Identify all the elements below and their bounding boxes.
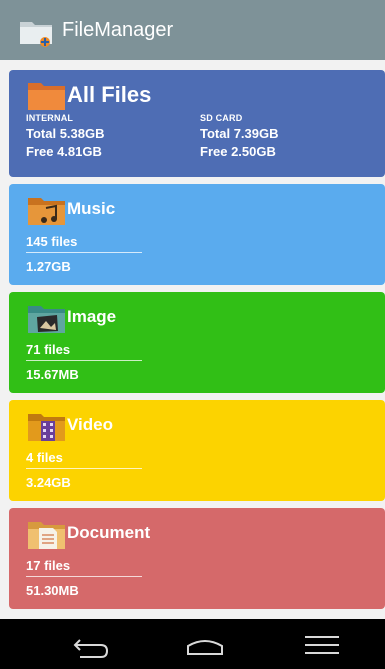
document-folder-icon bbox=[28, 522, 65, 549]
back-icon[interactable] bbox=[72, 627, 112, 661]
video-card[interactable]: Video 4 files 3.24GB bbox=[9, 400, 385, 501]
internal-caption: INTERNAL bbox=[26, 113, 74, 123]
image-file-count: 71 files bbox=[26, 342, 71, 357]
recents-icon[interactable] bbox=[302, 627, 342, 661]
music-divider bbox=[26, 252, 142, 253]
document-card[interactable]: Document 17 files 51.30MB bbox=[9, 508, 385, 609]
document-title: Document bbox=[67, 523, 151, 542]
all-files-card[interactable]: All Files INTERNAL Total 5.38GB Free 4.8… bbox=[9, 70, 385, 177]
music-folder-icon bbox=[28, 198, 65, 225]
image-card[interactable]: Image 71 files 15.67MB bbox=[9, 292, 385, 393]
app-title: FileManager bbox=[62, 19, 174, 41]
internal-total: Total 5.38GB bbox=[26, 126, 105, 141]
image-size: 15.67MB bbox=[26, 367, 79, 382]
sdcard-storage: SD CARD Total 7.39GB Free 2.50GB bbox=[200, 113, 279, 159]
sdcard-caption: SD CARD bbox=[200, 113, 243, 123]
home-icon[interactable] bbox=[185, 627, 225, 661]
video-size: 3.24GB bbox=[26, 475, 71, 490]
all-files-title: All Files bbox=[67, 82, 152, 107]
video-title: Video bbox=[67, 415, 113, 434]
sdcard-total: Total 7.39GB bbox=[200, 126, 279, 141]
video-file-count: 4 files bbox=[26, 450, 63, 465]
folder-icon bbox=[28, 83, 65, 110]
document-file-count: 17 files bbox=[26, 558, 71, 573]
music-size: 1.27GB bbox=[26, 259, 71, 274]
image-divider bbox=[26, 360, 142, 361]
system-nav-bar bbox=[0, 619, 385, 669]
image-title: Image bbox=[67, 307, 117, 326]
music-card[interactable]: Music 145 files 1.27GB bbox=[9, 184, 385, 285]
folder-app-icon bbox=[20, 22, 52, 47]
internal-storage: INTERNAL Total 5.38GB Free 4.81GB bbox=[26, 113, 105, 159]
music-title: Music bbox=[67, 199, 116, 218]
internal-free: Free 4.81GB bbox=[26, 144, 102, 159]
sdcard-free: Free 2.50GB bbox=[200, 144, 276, 159]
image-folder-icon bbox=[28, 306, 65, 333]
video-divider bbox=[26, 468, 142, 469]
music-file-count: 145 files bbox=[26, 234, 78, 249]
video-folder-icon bbox=[28, 414, 65, 441]
document-divider bbox=[26, 576, 142, 577]
document-size: 51.30MB bbox=[26, 583, 79, 598]
app-bar: FileManager bbox=[0, 0, 385, 60]
